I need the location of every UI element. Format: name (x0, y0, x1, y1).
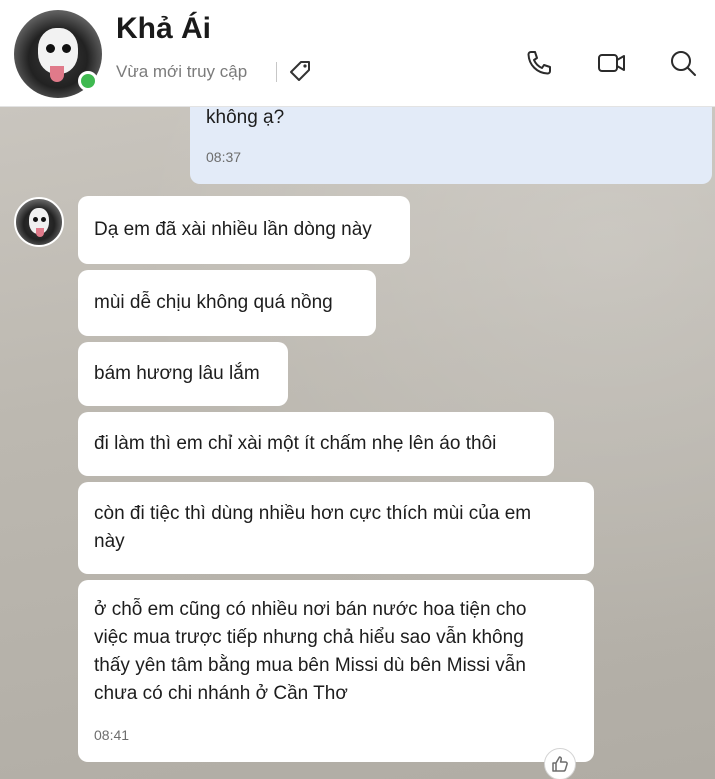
message-text-line: này (94, 531, 125, 552)
incoming-message[interactable]: mùi dễ chịu không quá nồng (78, 270, 376, 336)
message-text: Dạ em đã xài nhiều lần dòng này (94, 219, 372, 240)
message-text-line: ở chỗ em cũng có nhiều nơi bán nước hoa … (94, 599, 527, 620)
video-camera-icon[interactable] (597, 48, 627, 78)
chat-header: Khả Ái Vừa mới truy cập (0, 0, 715, 107)
phone-icon[interactable] (524, 48, 554, 78)
message-text: đi làm thì em chỉ xài một ít chấm nhẹ lê… (94, 433, 497, 454)
search-icon[interactable] (668, 48, 698, 78)
last-seen-status: Vừa mới truy cập (116, 62, 248, 81)
message-text: không ạ? (206, 107, 285, 128)
incoming-message[interactable]: đi làm thì em chỉ xài một ít chấm nhẹ lê… (78, 412, 554, 476)
tag-icon[interactable] (287, 59, 313, 85)
contact-name[interactable]: Khả Ái (116, 12, 211, 46)
incoming-message[interactable]: Dạ em đã xài nhiều lần dòng này (78, 196, 410, 264)
message-text-line: việc mua trược tiếp nhưng chả hiểu sao v… (94, 627, 524, 648)
message-text-line: chưa có chi nhánh ở Cần Thơ (94, 683, 348, 704)
incoming-message[interactable]: bám hương lâu lắm (78, 342, 288, 406)
message-text-line: còn đi tiệc thì dùng nhiều hơn cực thích… (94, 503, 532, 524)
divider (276, 62, 277, 82)
incoming-message[interactable]: còn đi tiệc thì dùng nhiều hơn cực thích… (78, 482, 594, 574)
sender-avatar[interactable] (14, 197, 64, 247)
message-time: 08:41 (94, 727, 130, 743)
incoming-message[interactable]: ở chỗ em cũng có nhiều nơi bán nước hoa … (78, 580, 594, 762)
message-time: 08:37 (206, 149, 242, 165)
message-text: bám hương lâu lắm (94, 363, 260, 384)
online-status-dot (78, 71, 98, 91)
thumbs-up-icon (552, 756, 568, 772)
message-text: mùi dễ chịu không quá nồng (94, 292, 333, 313)
reaction-button[interactable] (544, 748, 576, 779)
message-text-line: thấy yên tâm bằng mua bên Missi dù bên M… (94, 655, 526, 676)
